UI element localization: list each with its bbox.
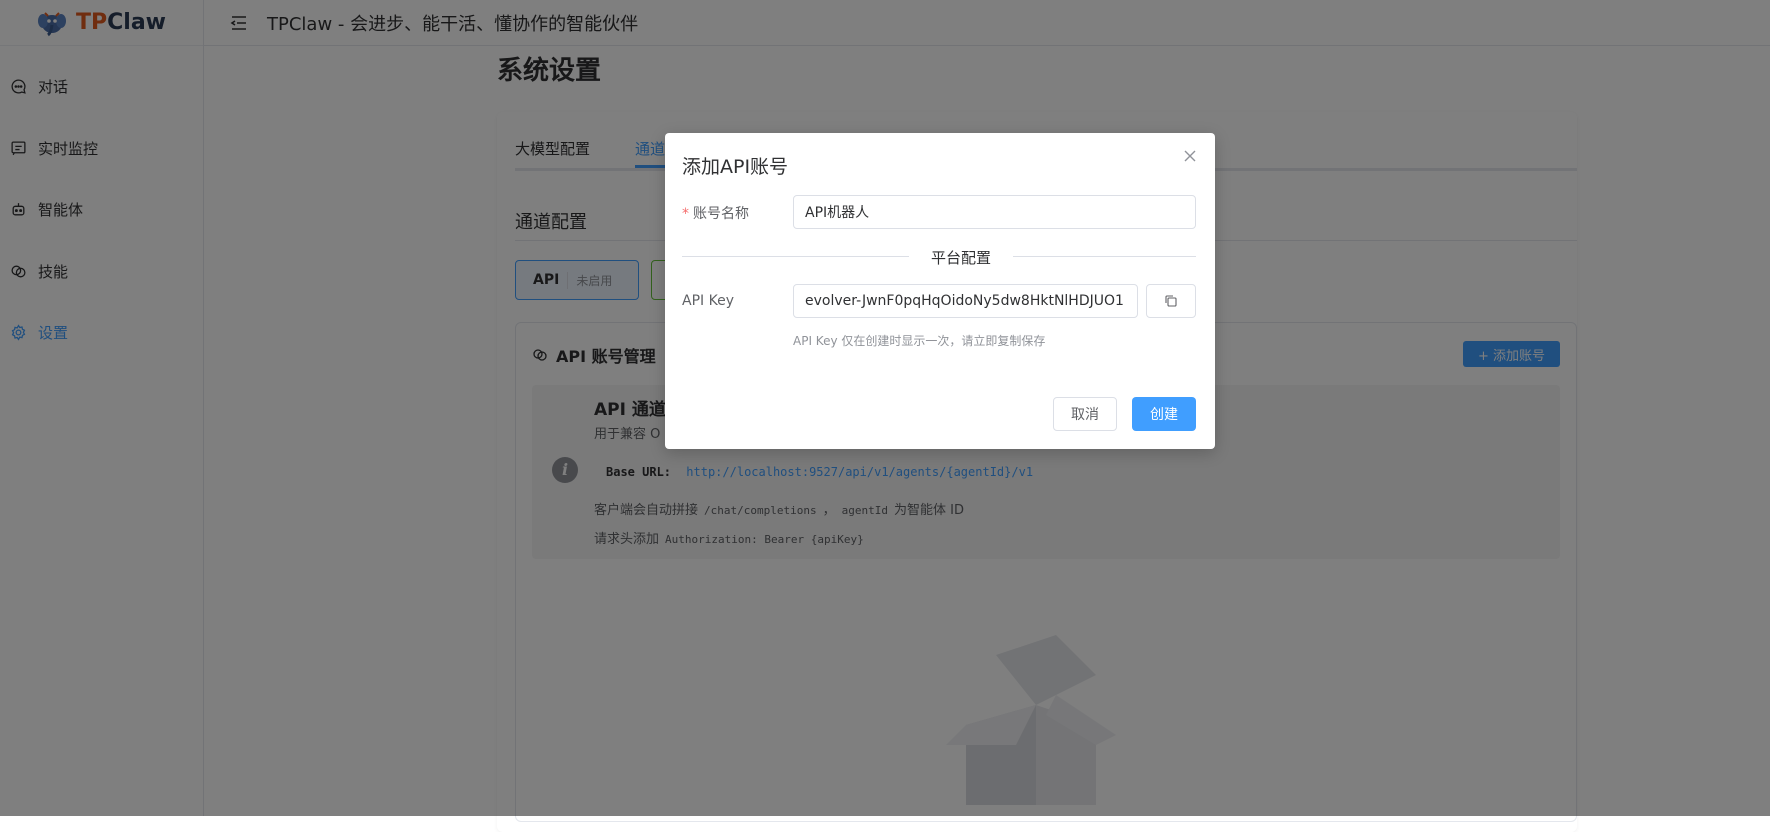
platform-config-divider: 平台配置 bbox=[909, 247, 1013, 268]
divider-right bbox=[1013, 256, 1196, 257]
divider-left bbox=[682, 256, 909, 257]
api-key-label: API Key bbox=[682, 293, 734, 309]
api-key-hint: API Key 仅在创建时显示一次，请立即复制保存 bbox=[793, 334, 1046, 348]
close-icon[interactable] bbox=[1182, 148, 1198, 164]
create-button[interactable]: 创建 bbox=[1132, 397, 1196, 431]
required-mark: * bbox=[682, 206, 689, 222]
copy-api-key-button[interactable] bbox=[1146, 284, 1196, 318]
api-key-input[interactable] bbox=[793, 284, 1138, 318]
add-api-account-dialog: 添加API账号 *账号名称 平台配置 API Key API Key 仅在创建时… bbox=[665, 133, 1215, 449]
copy-icon bbox=[1165, 295, 1177, 307]
dialog-title: 添加API账号 bbox=[682, 156, 789, 178]
account-name-label-text: 账号名称 bbox=[693, 206, 749, 222]
account-name-input[interactable] bbox=[793, 195, 1196, 229]
cancel-button[interactable]: 取消 bbox=[1053, 397, 1117, 431]
account-name-label: * 账号名称 bbox=[682, 203, 749, 223]
